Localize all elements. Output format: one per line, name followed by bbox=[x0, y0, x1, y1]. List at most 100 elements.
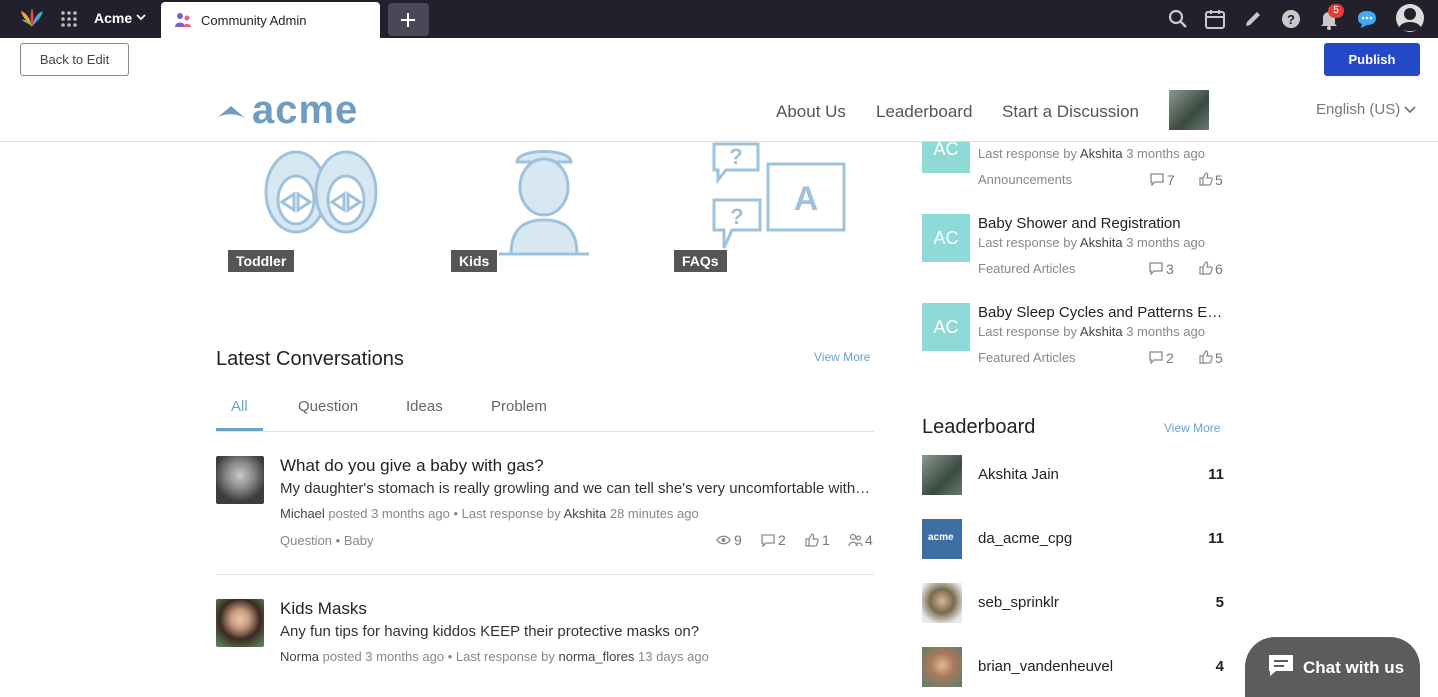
back-to-edit-button[interactable]: Back to Edit bbox=[20, 43, 129, 76]
comment-icon bbox=[1149, 262, 1163, 275]
conversation-type[interactable]: Question bbox=[280, 533, 332, 548]
svg-text:A: A bbox=[794, 180, 819, 218]
pencil-icon[interactable] bbox=[1241, 7, 1265, 31]
leader-name[interactable]: brian_vandenheuvel bbox=[978, 658, 1113, 675]
chat-label: Chat with us bbox=[1303, 658, 1405, 677]
posted-time: posted 3 months ago bbox=[322, 649, 445, 664]
last-response-time: 28 minutes ago bbox=[609, 506, 699, 521]
separator: • bbox=[447, 649, 453, 664]
svg-text:?: ? bbox=[1287, 12, 1295, 27]
category-tile-faqs[interactable]: ? A ? FAQs bbox=[662, 142, 871, 280]
chevron-down-icon[interactable] bbox=[1404, 106, 1416, 114]
help-icon[interactable]: ? bbox=[1279, 7, 1303, 31]
leader-name[interactable]: da_acme_cpg bbox=[978, 530, 1072, 547]
category-tile-toddler[interactable]: Toddler bbox=[216, 142, 425, 280]
recent-meta: Last response by Akshita 3 months ago bbox=[978, 235, 1205, 250]
user-avatar-icon[interactable] bbox=[1395, 3, 1425, 33]
nav-about-us[interactable]: About Us bbox=[776, 102, 846, 122]
calendar-icon[interactable] bbox=[1203, 7, 1227, 31]
category-label: Kids bbox=[451, 250, 498, 272]
apps-grid-icon[interactable] bbox=[60, 10, 78, 28]
avatar[interactable] bbox=[922, 583, 962, 623]
tab-all[interactable]: All bbox=[231, 398, 248, 415]
tab-question[interactable]: Question bbox=[298, 398, 358, 415]
category-label: FAQs bbox=[674, 250, 727, 272]
like-count: 1 bbox=[822, 532, 830, 548]
comment-icon bbox=[1150, 173, 1164, 186]
avatar[interactable] bbox=[216, 456, 264, 504]
thumbs-up-icon[interactable] bbox=[1199, 172, 1213, 186]
recent-category[interactable]: Featured Articles bbox=[978, 261, 1076, 276]
recent-category[interactable]: Featured Articles bbox=[978, 350, 1076, 365]
conversation-meta: Norma posted 3 months ago • Last respons… bbox=[280, 649, 709, 664]
last-responder[interactable]: Akshita bbox=[1080, 324, 1123, 339]
recent-title[interactable]: Baby Sleep Cycles and Patterns Exp... bbox=[978, 304, 1224, 321]
conversation-title[interactable]: Kids Masks bbox=[280, 599, 367, 619]
last-responder[interactable]: Akshita bbox=[1080, 235, 1123, 250]
avatar[interactable]: AC bbox=[922, 214, 970, 262]
latest-conversations-title: Latest Conversations bbox=[216, 348, 404, 370]
new-tab-button[interactable] bbox=[388, 3, 429, 36]
notification-badge: 5 bbox=[1328, 4, 1344, 18]
recent-meta: Last response by Akshita 3 months ago bbox=[978, 146, 1205, 161]
child-icon bbox=[499, 150, 589, 256]
avatar[interactable] bbox=[922, 647, 962, 687]
author-name[interactable]: Norma bbox=[280, 649, 319, 664]
avatar-logo-text: acme bbox=[928, 532, 954, 543]
leader-name[interactable]: seb_sprinklr bbox=[978, 594, 1059, 611]
comment-count: 7 bbox=[1167, 172, 1175, 188]
avatar[interactable] bbox=[922, 455, 962, 495]
sprinklr-logo-icon[interactable] bbox=[20, 7, 44, 29]
response-time: 3 months ago bbox=[1126, 324, 1205, 339]
follower-count: 4 bbox=[865, 532, 873, 548]
leader-score: 11 bbox=[1208, 530, 1224, 547]
comment-count: 2 bbox=[1166, 350, 1174, 366]
thumbs-up-icon[interactable] bbox=[805, 533, 819, 547]
conversation-snippet: Any fun tips for having kiddos KEEP thei… bbox=[280, 623, 700, 640]
tab-problem[interactable]: Problem bbox=[491, 398, 547, 415]
chat-bubble-icon[interactable] bbox=[1355, 7, 1379, 31]
last-response-label: Last response by bbox=[978, 324, 1078, 339]
comment-count: 3 bbox=[1166, 261, 1174, 277]
thumbs-up-icon[interactable] bbox=[1199, 350, 1213, 364]
eye-icon bbox=[716, 535, 731, 545]
workspace-name[interactable]: Acme bbox=[94, 10, 132, 26]
response-time: 3 months ago bbox=[1126, 235, 1205, 250]
last-responder[interactable]: Akshita bbox=[564, 506, 607, 521]
conversation-title[interactable]: What do you give a baby with gas? bbox=[280, 456, 544, 476]
last-responder[interactable]: Akshita bbox=[1080, 146, 1123, 161]
conversations-view-more-link[interactable]: View More bbox=[814, 350, 870, 364]
app-top-bar: Acme Community Admin ? 5 bbox=[0, 0, 1438, 38]
leader-name[interactable]: Akshita Jain bbox=[978, 466, 1059, 483]
conversation-meta: Michael posted 3 months ago • Last respo… bbox=[280, 506, 699, 521]
author-name[interactable]: Michael bbox=[280, 506, 325, 521]
avatar[interactable]: acme bbox=[922, 519, 962, 559]
avatar[interactable]: AC bbox=[922, 303, 970, 351]
profile-avatar[interactable] bbox=[1169, 90, 1209, 130]
last-responder[interactable]: norma_flores bbox=[559, 649, 635, 664]
tab-title: Community Admin bbox=[201, 13, 307, 28]
category-tile-kids[interactable]: Kids bbox=[439, 142, 648, 280]
search-icon[interactable] bbox=[1166, 7, 1190, 31]
followers-icon[interactable] bbox=[848, 533, 863, 547]
posted-time: posted 3 months ago bbox=[328, 506, 450, 521]
publish-button[interactable]: Publish bbox=[1324, 43, 1420, 76]
leaderboard-view-more-link[interactable]: View More bbox=[1164, 421, 1220, 435]
recent-title[interactable]: Baby Shower and Registration bbox=[978, 215, 1224, 232]
tab-ideas[interactable]: Ideas bbox=[406, 398, 443, 415]
response-time: 3 months ago bbox=[1126, 146, 1205, 161]
conversation-category[interactable]: Baby bbox=[344, 533, 374, 548]
conversation-tags: Question • Baby bbox=[280, 533, 374, 548]
tab-community-admin[interactable]: Community Admin bbox=[161, 2, 380, 38]
acme-logo[interactable]: acme bbox=[216, 88, 381, 132]
nav-start-discussion[interactable]: Start a Discussion bbox=[1002, 102, 1139, 122]
language-selector[interactable]: English (US) bbox=[1316, 101, 1400, 118]
recent-category[interactable]: Announcements bbox=[978, 172, 1072, 187]
chevron-down-icon[interactable] bbox=[136, 13, 146, 21]
avatar[interactable] bbox=[216, 599, 264, 647]
svg-text:?: ? bbox=[729, 144, 742, 169]
nav-leaderboard[interactable]: Leaderboard bbox=[876, 102, 972, 122]
thumbs-up-icon[interactable] bbox=[1199, 261, 1213, 275]
chat-with-us-button[interactable]: Chat with us bbox=[1245, 637, 1420, 697]
baby-shoes-icon bbox=[264, 150, 378, 234]
